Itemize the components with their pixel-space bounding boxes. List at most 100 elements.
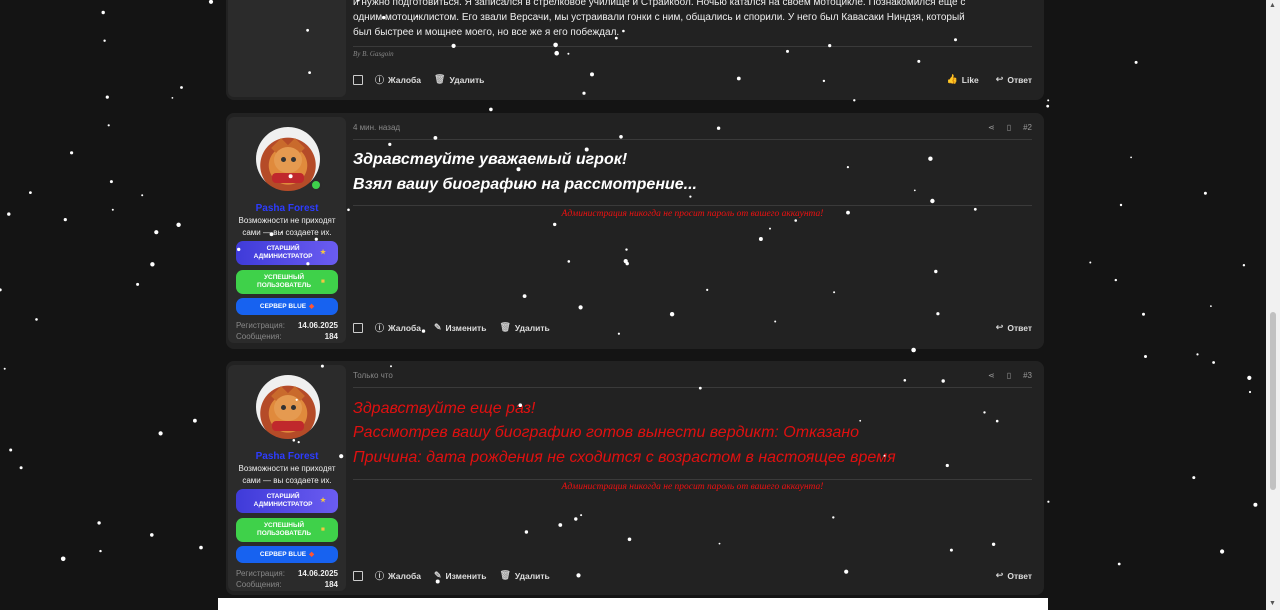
snowflake bbox=[1210, 305, 1212, 307]
messages-stat: Сообщения: 184 bbox=[236, 580, 338, 589]
signature: Администрация никогда не просит пароль о… bbox=[561, 209, 824, 219]
badge-successful-user: УСПЕШНЫЙ ПОЛЬЗОВАТЕЛЬ ■ bbox=[236, 270, 338, 294]
delete-button[interactable]: 🗑 Удалить bbox=[499, 322, 549, 333]
post-actions: ⓘ Жалоба ✎ Изменить 🗑 Удалить ↩ Ответ bbox=[353, 321, 1032, 334]
reply-button[interactable]: ↩ Ответ bbox=[996, 322, 1032, 333]
report-button[interactable]: ⓘ Жалоба bbox=[375, 569, 421, 582]
message-line: Взял вашу биографию на рассмотрение... bbox=[353, 176, 697, 193]
reply-button[interactable]: ↩ Ответ bbox=[996, 74, 1032, 85]
snowflake bbox=[107, 124, 110, 127]
byline: By B. Gasgoin bbox=[353, 50, 394, 58]
pencil-icon: ✎ bbox=[434, 322, 442, 332]
body-line: был быстрее и мощнее моего, но все же я … bbox=[353, 27, 620, 38]
message-line: Рассмотрев вашу биографию готов вынести … bbox=[353, 424, 860, 441]
post-actions: ⓘ Жалоба 🗑 Удалить 👍 Like ↩ Ответ bbox=[353, 73, 1032, 86]
delete-button[interactable]: 🗑 Удалить bbox=[434, 74, 484, 85]
scroll-thumb[interactable] bbox=[1270, 312, 1276, 490]
scroll-up-arrow[interactable]: ▲ bbox=[1269, 2, 1276, 9]
user-column: Pasha Forest Возможности не приходят сам… bbox=[228, 365, 346, 591]
user-column: Pasha Forest Возможности не приходят сам… bbox=[228, 117, 346, 343]
edit-button[interactable]: ✎ Изменить bbox=[434, 322, 486, 333]
edit-label: Изменить bbox=[445, 322, 487, 333]
post-content: и нужно подготовиться. Я записался в стр… bbox=[353, 0, 1032, 100]
trash-icon: 🗑 bbox=[499, 570, 511, 580]
snowflake bbox=[1248, 390, 1252, 394]
snowflake bbox=[171, 97, 174, 99]
report-label: Жалоба bbox=[388, 570, 421, 581]
snowflake bbox=[1196, 353, 1199, 356]
select-checkbox[interactable] bbox=[353, 74, 363, 85]
avatar[interactable] bbox=[256, 375, 320, 439]
snowflake bbox=[1119, 203, 1123, 207]
message-line: Причина: дата рождения не сходится с воз… bbox=[353, 449, 896, 466]
snowflake bbox=[176, 222, 181, 227]
report-button[interactable]: ⓘ Жалоба bbox=[375, 73, 421, 86]
signature: Администрация никогда не просит пароль о… bbox=[561, 482, 824, 492]
snowflake bbox=[19, 466, 23, 470]
like-button[interactable]: 👍 Like bbox=[947, 74, 979, 85]
medal-icon: ■ bbox=[321, 278, 325, 285]
stat-value: 14.06.2025 bbox=[297, 569, 338, 578]
online-indicator bbox=[310, 179, 322, 191]
stat-label: Регистрация: bbox=[236, 569, 285, 578]
edit-button[interactable]: ✎ Изменить bbox=[434, 570, 486, 581]
divider bbox=[353, 46, 1032, 47]
snowflake bbox=[9, 448, 13, 452]
badge-server-blue: СЕРВЕР BLUE ◆ bbox=[236, 546, 338, 563]
snowflake bbox=[0, 288, 2, 292]
medal-icon: ■ bbox=[321, 526, 325, 533]
report-label: Жалоба bbox=[388, 74, 421, 85]
scrollbar[interactable]: ▲ ▼ bbox=[1266, 0, 1280, 610]
share-icon[interactable]: ⋖ bbox=[988, 123, 995, 132]
badge-label: УСПЕШНЫЙ ПОЛЬЗОВАТЕЛЬ bbox=[257, 522, 312, 537]
body-line: и нужно подготовиться. Я записался в стр… bbox=[353, 0, 966, 8]
diamond-icon: ◆ bbox=[309, 302, 315, 310]
divider bbox=[353, 205, 1032, 206]
post-time[interactable]: Только что bbox=[353, 371, 393, 380]
post-time[interactable]: 4 мин. назад bbox=[353, 123, 400, 132]
reply-icon: ↩ bbox=[995, 322, 1004, 332]
share-icon[interactable]: ⋖ bbox=[988, 371, 995, 380]
badge-senior-admin: СТАРШИЙ АДМИНИСТРАТОР ★ bbox=[236, 489, 338, 513]
username[interactable]: Pasha Forest bbox=[228, 203, 346, 214]
select-checkbox[interactable] bbox=[353, 322, 363, 333]
snowflake bbox=[489, 107, 493, 112]
star-icon: ★ bbox=[320, 497, 326, 504]
badge-label: СЕРВЕР BLUE bbox=[259, 302, 307, 310]
report-icon: ⓘ bbox=[375, 75, 385, 85]
snowflake bbox=[1089, 261, 1092, 264]
bookmark-icon[interactable]: ▯ bbox=[1007, 123, 1011, 132]
badge-label: СЕРВЕР BLUE bbox=[259, 550, 307, 558]
delete-label: Удалить bbox=[514, 570, 550, 581]
messages-stat: Сообщения: 184 bbox=[236, 332, 338, 341]
badge-label: СТАРШИЙ АДМИНИСТРАТОР bbox=[253, 493, 313, 508]
scroll-down-arrow[interactable]: ▼ bbox=[1269, 600, 1276, 607]
trash-icon: 🗑 bbox=[434, 74, 446, 84]
post-meta: Только что ⋖ ▯ #3 bbox=[353, 371, 1032, 385]
message-line: Здравствуйте еще раз! bbox=[353, 400, 536, 417]
badge-successful-user: УСПЕШНЫЙ ПОЛЬЗОВАТЕЛЬ ■ bbox=[236, 518, 338, 542]
snowflake bbox=[101, 10, 105, 15]
username[interactable]: Pasha Forest bbox=[228, 451, 346, 462]
snowflake bbox=[150, 262, 155, 267]
bookmark-icon[interactable]: ▯ bbox=[1007, 371, 1011, 380]
snowflake bbox=[150, 533, 154, 537]
snowflake bbox=[29, 191, 32, 195]
snowflake bbox=[193, 418, 197, 423]
post-actions: ⓘ Жалоба ✎ Изменить 🗑 Удалить ↩ Ответ bbox=[353, 569, 1032, 582]
post-number[interactable]: #3 bbox=[1023, 371, 1032, 380]
snowflake bbox=[1144, 355, 1147, 358]
snowflake bbox=[1203, 191, 1207, 195]
snowflake bbox=[35, 318, 38, 321]
post-number[interactable]: #2 bbox=[1023, 123, 1032, 132]
body-line: одним мотоциклистом. Его звали Версачи, … bbox=[353, 12, 965, 23]
reply-button[interactable]: ↩ Ответ bbox=[996, 570, 1032, 581]
select-checkbox[interactable] bbox=[353, 570, 363, 581]
badge-senior-admin: СТАРШИЙ АДМИНИСТРАТОР ★ bbox=[236, 241, 338, 265]
delete-button[interactable]: 🗑 Удалить bbox=[499, 570, 549, 581]
snowflake bbox=[1134, 60, 1138, 64]
stat-value: 184 bbox=[324, 580, 338, 589]
snowflake bbox=[1212, 361, 1215, 364]
stat-value: 184 bbox=[324, 332, 338, 341]
report-button[interactable]: ⓘ Жалоба bbox=[375, 321, 421, 334]
